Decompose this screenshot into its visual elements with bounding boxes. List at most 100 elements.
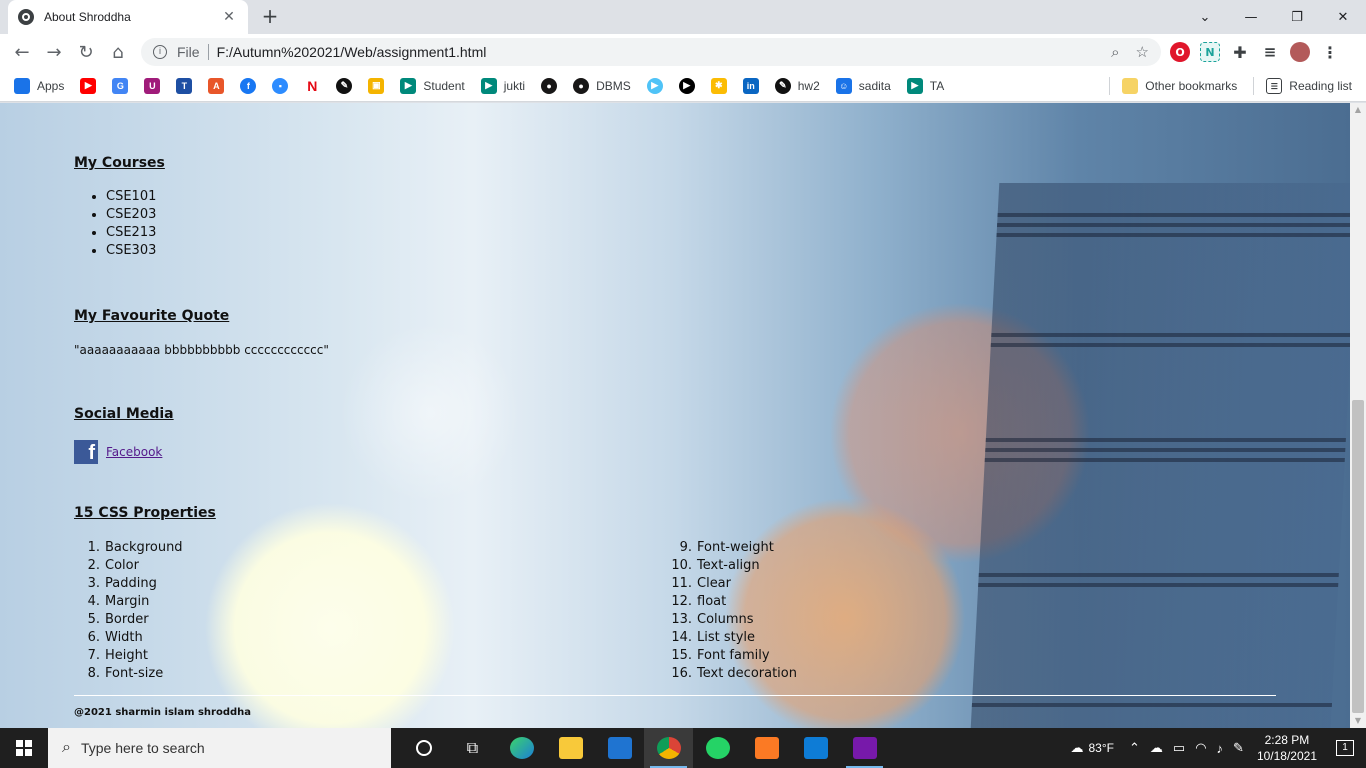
bookmark-algorithm[interactable]: A: [208, 77, 225, 94]
bookmark-ta[interactable]: ▶ TA: [906, 77, 944, 94]
taskbar-apps: ⧉: [399, 728, 889, 768]
folder-icon: [1122, 78, 1139, 94]
bookmark-pinwheel[interactable]: ✱: [710, 77, 727, 94]
media-queue-icon[interactable]: ≡: [1260, 42, 1280, 62]
puzzle-extensions-icon[interactable]: ✚: [1230, 42, 1250, 62]
page-scrollbar[interactable]: ▲ ▼: [1350, 103, 1366, 728]
course-item: CSE303: [106, 242, 156, 260]
task-view-icon[interactable]: ⧉: [448, 728, 497, 768]
bookmark-zoom[interactable]: ▪: [272, 77, 289, 94]
bookmark-star-icon[interactable]: ☆: [1136, 43, 1149, 61]
bookmark-netflix[interactable]: N: [304, 77, 321, 94]
onedrive-cloud-icon[interactable]: ☁: [1150, 740, 1163, 756]
weather-temperature[interactable]: 83°F: [1089, 741, 1114, 755]
onenote-icon[interactable]: [840, 728, 889, 768]
bookmark-hw2[interactable]: ✎ hw2: [774, 77, 820, 94]
menu-kebab-icon[interactable]: ⋮: [1320, 42, 1340, 62]
bookmark-jukti[interactable]: ▶ jukti: [480, 77, 525, 94]
taskbar-clock[interactable]: 2:28 PM 10/18/2021: [1257, 732, 1317, 764]
bookmark-label: Apps: [37, 78, 65, 93]
css-property-item: 1. Background: [87, 540, 183, 555]
bookmark-dbms[interactable]: ● DBMS: [573, 77, 631, 94]
restore-button[interactable]: ❐: [1274, 0, 1320, 34]
new-tab-button[interactable]: +: [258, 5, 282, 29]
browser-tab[interactable]: About Shroddha ✕: [8, 0, 248, 34]
minimize-button[interactable]: —: [1228, 0, 1274, 34]
back-arrow-icon[interactable]: ←: [6, 36, 38, 68]
bookmark-facebook[interactable]: f: [240, 77, 257, 94]
reload-icon[interactable]: ↻: [70, 36, 102, 68]
classroom-icon: ▣: [368, 77, 385, 94]
xampp-icon[interactable]: [742, 728, 791, 768]
weather-cloud-icon[interactable]: ☁: [1071, 740, 1084, 756]
bookmark-uva[interactable]: U: [144, 77, 161, 94]
volume-icon[interactable]: ♪: [1217, 741, 1224, 756]
scroll-down-arrow-icon[interactable]: ▼: [1350, 714, 1366, 728]
bookmark-linkedin[interactable]: in: [742, 77, 759, 94]
bookmark-t[interactable]: T: [176, 77, 193, 94]
chrome-icon[interactable]: [644, 728, 693, 768]
facebook-logo-icon[interactable]: f: [74, 440, 98, 464]
zoom-search-icon[interactable]: ⌕: [1111, 44, 1119, 61]
bookmark-apps[interactable]: Apps: [14, 77, 65, 94]
scroll-up-arrow-icon[interactable]: ▲: [1350, 103, 1366, 117]
page-favicon-icon: [18, 9, 34, 25]
bookmark-sadita[interactable]: ☺ sadita: [835, 77, 891, 94]
tab-title: About Shroddha: [44, 10, 131, 24]
other-bookmarks-label: Other bookmarks: [1145, 79, 1238, 93]
courses-heading: My Courses: [74, 155, 165, 171]
url-text[interactable]: F:/Autumn%202021/Web/assignment1.html: [217, 44, 1096, 60]
facebook-link[interactable]: Facebook: [106, 445, 162, 459]
taskbar-search-box[interactable]: ⌕ Type here to search: [48, 728, 391, 768]
css-property-item: 14. List style: [671, 630, 756, 645]
windows-logo-icon: [16, 740, 32, 756]
github-icon: ●: [541, 77, 558, 94]
pen-workspace-icon[interactable]: ✎: [1233, 740, 1244, 756]
home-icon[interactable]: ⌂: [102, 36, 134, 68]
bookmark-github[interactable]: ●: [541, 77, 558, 94]
courses-list: CSE101 CSE203 CSE213 CSE303: [106, 188, 156, 260]
close-window-button[interactable]: ✕: [1320, 0, 1366, 34]
site-info-icon[interactable]: i: [153, 45, 167, 59]
scrollbar-thumb[interactable]: [1352, 400, 1364, 713]
n-extension-icon[interactable]: N: [1200, 42, 1220, 62]
bookmark-play[interactable]: ▶: [678, 77, 695, 94]
vscode-icon[interactable]: [791, 728, 840, 768]
bookmark-classroom[interactable]: ▣: [368, 77, 385, 94]
pinwheel-icon: ✱: [710, 77, 727, 94]
bookmark-play-circle[interactable]: ▶: [646, 77, 663, 94]
bookmark-translate[interactable]: G: [112, 77, 129, 94]
system-tray: ☁ 83°F ⌃ ☁ ▭ ◠ ♪ ✎ 2:28 PM 10/18/2021 1: [1066, 728, 1366, 768]
battery-icon[interactable]: ▭: [1173, 740, 1185, 756]
reading-list-button[interactable]: ☰ Reading list: [1266, 78, 1352, 94]
cortana-icon[interactable]: [399, 728, 448, 768]
bookmarks-right: Other bookmarks ☰ Reading list: [1109, 70, 1352, 102]
bookmark-youtube[interactable]: ▶: [80, 77, 97, 94]
other-bookmarks-folder[interactable]: Other bookmarks: [1122, 78, 1237, 94]
mail-icon[interactable]: [595, 728, 644, 768]
bookmark-pen[interactable]: ✎: [336, 77, 353, 94]
notification-center-icon[interactable]: 1: [1336, 740, 1354, 756]
page-viewport: My Courses CSE101 CSE203 CSE213 CSE303 M…: [0, 103, 1350, 728]
tab-search-button[interactable]: ⌄: [1182, 0, 1228, 34]
play-circle-icon: ▶: [646, 77, 663, 94]
clock-date: 10/18/2021: [1256, 749, 1317, 763]
edge-browser-icon[interactable]: [497, 728, 546, 768]
algorithm-icon: A: [208, 77, 225, 94]
facebook-icon: f: [240, 77, 257, 94]
footer-copyright: @2021 sharmin islam shroddha: [74, 707, 252, 718]
linkedin-icon: in: [742, 77, 759, 94]
opera-extension-icon[interactable]: O: [1170, 42, 1190, 62]
file-explorer-icon[interactable]: [546, 728, 595, 768]
forward-arrow-icon[interactable]: →: [38, 36, 70, 68]
bookmark-student[interactable]: ▶ Student: [400, 77, 465, 94]
wifi-icon[interactable]: ◠: [1195, 740, 1206, 756]
show-hidden-icons-chevron-icon[interactable]: ⌃: [1129, 740, 1140, 756]
windows-start-button[interactable]: [0, 728, 48, 768]
profile-avatar[interactable]: [1290, 42, 1310, 62]
tab-close-button[interactable]: ✕: [220, 9, 238, 25]
address-bar[interactable]: i File F:/Autumn%202021/Web/assignment1.…: [141, 38, 1161, 66]
reading-list-label: Reading list: [1289, 79, 1352, 93]
css-property-item: 8. Font-size: [87, 666, 164, 681]
whatsapp-icon[interactable]: [693, 728, 742, 768]
